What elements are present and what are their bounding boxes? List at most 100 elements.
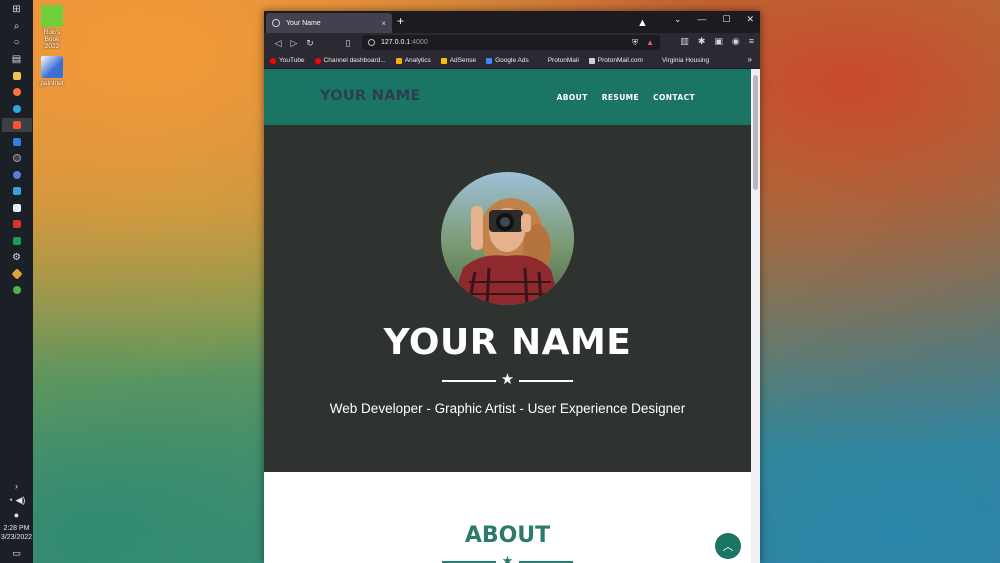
extensions-icon[interactable]: ✱ [698,36,706,47]
reload-icon[interactable]: ↻ [302,38,318,49]
notepad-icon[interactable] [9,201,25,215]
system-tray: › ◔ ◀) ● 2:28 PM 3/23/2022 ▭ [0,481,33,563]
bookmark-protonmail[interactable]: ProtonMail [538,57,579,64]
bookmark-label: YouTube [279,57,305,64]
new-tab-button[interactable]: + [397,14,404,28]
mouse-cursor-icon: ▲ [637,17,648,29]
forward-icon[interactable]: ▷ [286,38,302,49]
wallet-icon[interactable]: ▣ [714,36,723,47]
file-explorer-icon[interactable] [9,69,25,83]
toolbar-right: ▥ ✱ ▣ ◉ ≡ [680,36,754,47]
minimize-icon[interactable]: — [697,14,706,25]
bookmark-icon[interactable]: ▯ [340,38,356,49]
hero-name: YOUR NAME [383,322,632,363]
site-brand[interactable]: YOUR NAME [320,88,421,104]
clock-date: 3/23/2022 [0,534,33,541]
bookmark-protonmail-com[interactable]: ProtonMail.com [588,57,643,64]
hero-section: YOUR NAME ★ Web Developer - Graphic Arti… [264,125,751,472]
bookmark-label: Analytics [404,57,431,64]
profile-icon[interactable]: ◉ [732,36,740,47]
browser-window: Your Name × + ⌄ — ☐ ✕ ◁ ▷ ↻ ▯ 127.0.0.1 … [264,11,760,563]
brave-icon[interactable] [1,118,32,132]
url-host: 127.0.0.1 [381,39,411,46]
tab-list-icon[interactable]: ⌄ [674,14,682,25]
adsense-icon [440,57,447,64]
back-icon[interactable]: ◁ [270,38,286,49]
close-tab-icon[interactable]: × [381,19,386,28]
url-bar[interactable]: 127.0.0.1 :4000 ⛨ ▲ [362,35,660,50]
nav-link-resume[interactable]: RESUME [602,93,639,102]
nav-toolbar: ◁ ▷ ↻ ▯ 127.0.0.1 :4000 ⛨ ▲ ▥ ✱ ▣ ◉ ≡ [264,33,760,53]
bookmark-youtube[interactable]: YouTube [270,57,305,64]
desktop-icon-label: Rob's Book 2022 [43,29,61,50]
tab-your-name[interactable]: Your Name × [266,13,392,33]
notifications-icon[interactable]: ▭ [12,548,21,559]
bookmark-label: Virginia Housing [661,57,710,64]
close-window-icon[interactable]: ✕ [746,14,754,25]
chevron-up-icon: ︿ [722,541,734,553]
reader-icon[interactable]: ▥ [680,36,689,47]
clock-time: 2:28 PM [3,525,30,532]
app-icon-chat[interactable] [9,168,25,182]
photos-icon[interactable] [9,184,25,198]
desktop-icon-label: paintnet [40,80,64,87]
bookmark-label: AdSense [449,57,477,64]
site-info-icon[interactable] [368,39,375,46]
scrollbar-thumb[interactable] [753,75,758,190]
site-nav-links: ABOUT RESUME CONTACT [557,93,695,102]
settings-icon[interactable]: ⚙ [9,250,25,264]
bookmarks-overflow-icon[interactable]: » [748,55,752,64]
bookmark-label: Channel dashboard... [323,57,386,64]
app-icon-blue[interactable] [9,135,25,149]
star-icon: ★ [501,553,514,563]
hero-subtitle: Web Developer - Graphic Artist - User Ex… [329,401,686,416]
bookmarks-bar: YouTube Channel dashboard... Analytics A… [264,53,760,69]
about-title: ABOUT [464,523,551,548]
book-file-icon [41,5,63,27]
lock-icon [588,57,595,64]
title-bar: Your Name × + ⌄ — ☐ ✕ [264,11,760,33]
app-icon-diamond[interactable] [9,267,25,281]
profile-photo [441,172,574,305]
shield-icon[interactable]: ⛨ [632,38,638,48]
window-controls: ⌄ — ☐ ✕ [674,14,754,25]
scroll-to-top-button[interactable]: ︿ [715,533,741,559]
bookmark-label: ProtonMail.com [597,57,643,64]
bookmark-adsense[interactable]: AdSense [440,57,477,64]
bookmark-channel-dashboard[interactable]: Channel dashboard... [314,57,386,64]
start-icon[interactable]: ⊞ [9,3,25,17]
bookmark-google-ads[interactable]: Google Ads [486,57,529,64]
desktop-icon-paintnet[interactable]: paintnet [37,56,67,87]
tab-title: Your Name [286,19,321,27]
desktop-icon-book[interactable]: Rob's Book 2022 [37,5,67,50]
app-icon-red[interactable] [9,217,25,231]
rewards-icon[interactable]: ▲ [646,38,654,48]
bookmark-analytics[interactable]: Analytics [395,57,431,64]
edge-icon[interactable] [9,102,25,116]
maximize-icon[interactable]: ☐ [722,14,730,25]
cortana-icon[interactable]: ○ [9,36,25,50]
google-ads-icon [486,57,493,64]
task-view-icon[interactable]: ▤ [9,52,25,66]
app-icon-green[interactable] [9,283,25,297]
bookmark-favicon-icon [652,57,659,64]
clock[interactable]: 2:28 PM 3/23/2022 [1,524,32,542]
page-viewport: YOUR NAME ABOUT RESUME CONTACT YOUR NAME… [264,69,751,563]
excel-icon[interactable] [9,234,25,248]
photographer-image [441,172,574,305]
page-scrollbar[interactable] [751,69,760,563]
star-icon: ★ [500,371,515,388]
search-icon[interactable]: ⌕ [9,19,25,33]
mic-icon[interactable]: ● [14,510,19,520]
menu-icon[interactable]: ≡ [749,36,754,47]
firefox-icon[interactable] [9,85,25,99]
app-icon-circle[interactable] [9,151,25,165]
youtube-icon [314,57,321,64]
youtube-icon [270,57,276,64]
nav-link-contact[interactable]: CONTACT [653,93,695,102]
globe-icon [272,19,280,27]
wifi-icon[interactable]: ◔ ◀) [8,495,26,506]
bookmark-virginia-housing[interactable]: Virginia Housing [652,57,710,64]
nav-link-about[interactable]: ABOUT [557,93,588,102]
tray-chevron-icon[interactable]: › [15,481,18,491]
